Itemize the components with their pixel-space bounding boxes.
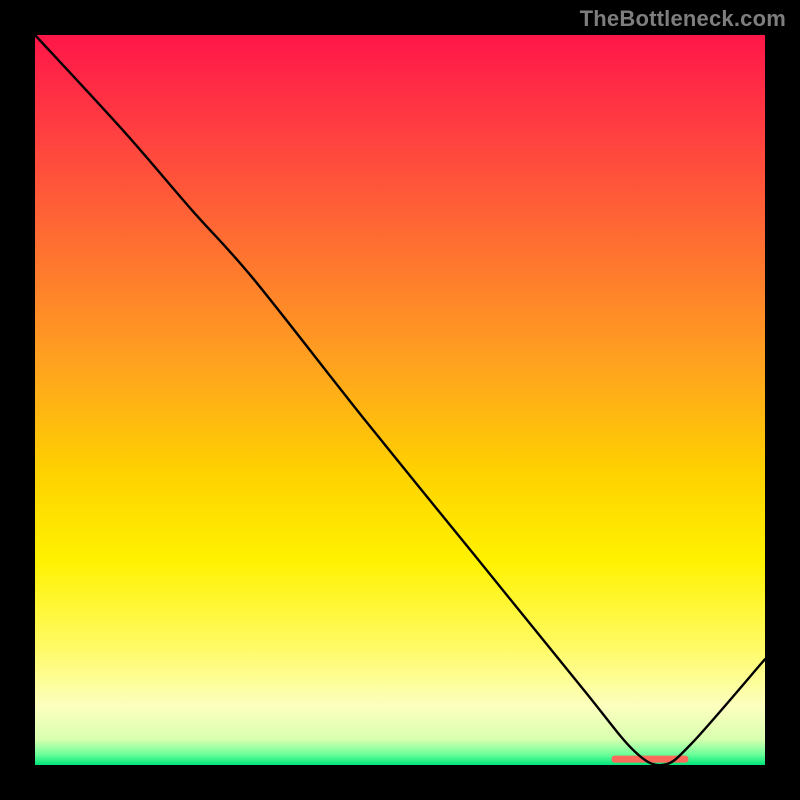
plot-background: [35, 35, 765, 765]
watermark-label: TheBottleneck.com: [580, 6, 786, 32]
chart-container: TheBottleneck.com: [0, 0, 800, 800]
chart-svg: [0, 0, 800, 800]
